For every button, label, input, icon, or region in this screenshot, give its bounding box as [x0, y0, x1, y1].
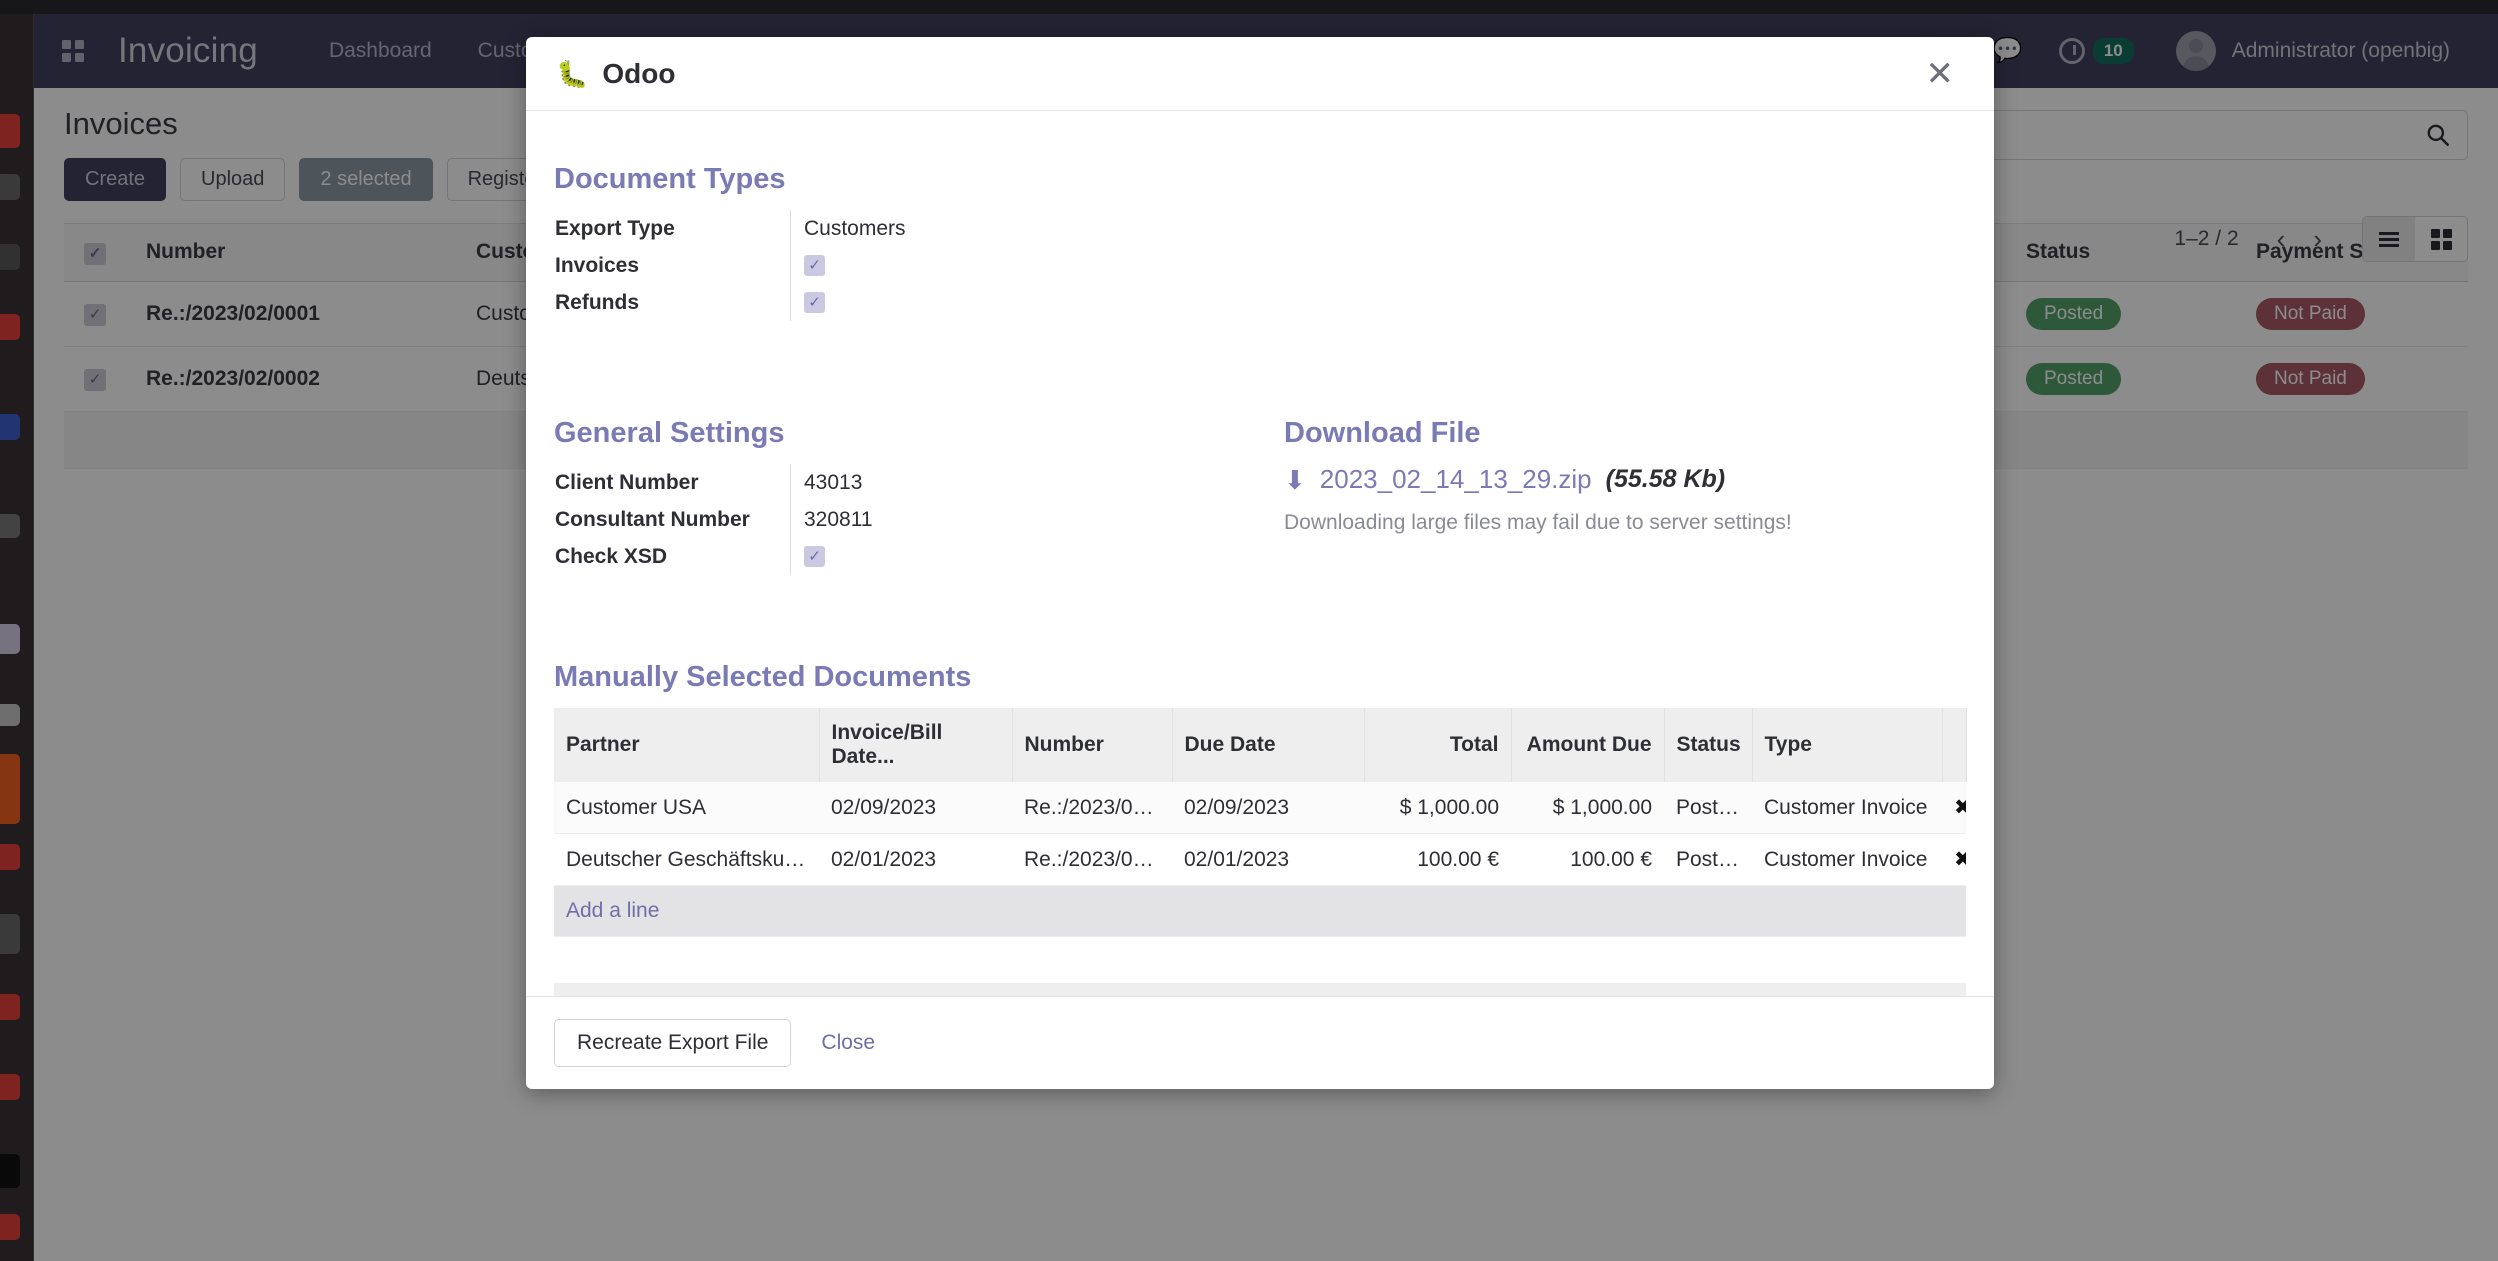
download-filename[interactable]: 2023_02_14_13_29.zip	[1320, 464, 1592, 495]
export-dialog: 🐛 Odoo ✕ Document Types Export Type Cust…	[526, 37, 1994, 1089]
download-file-heading: Download File	[1284, 417, 1481, 449]
cell-partner: Customer USA	[554, 782, 819, 834]
field-client-number: Client Number 43013	[555, 464, 1250, 501]
close-icon[interactable]: ✕	[1916, 53, 1965, 95]
refunds-checkbox[interactable]: ✓	[804, 292, 825, 313]
consultant-number-value[interactable]: 320811	[790, 508, 873, 532]
general-settings-section: General Settings Client Number 43013 Con…	[554, 417, 1269, 575]
cell-type: Customer Invoice	[1752, 833, 1942, 886]
col-type: Type	[1752, 708, 1943, 782]
documents-summary-bar	[554, 983, 1966, 996]
document-types-section: Document Types Export Type Customers Inv…	[554, 163, 1966, 321]
field-refunds: Refunds ✓	[555, 284, 1270, 321]
field-consultant-number: Consultant Number 320811	[555, 501, 1250, 538]
cell-number: Re.:/2023/02/0002	[1012, 833, 1172, 886]
consultant-number-label: Consultant Number	[555, 507, 750, 531]
cell-invoice-date: 02/09/2023	[819, 782, 1012, 834]
cell-amount-due: 100.00 €	[1511, 833, 1664, 886]
download-icon: ⬇	[1284, 464, 1306, 495]
download-note: Downloading large files may fail due to …	[1284, 511, 1792, 534]
col-due-date: Due Date	[1172, 708, 1365, 782]
col-actions	[1942, 708, 1967, 782]
field-export-type: Export Type Customers	[555, 210, 1270, 247]
recreate-export-file-button[interactable]: Recreate Export File	[554, 1019, 792, 1067]
documents-heading: Manually Selected Documents	[554, 661, 972, 693]
cell-partner: Deutscher Geschäftskun...	[554, 833, 819, 886]
cell-status: Posted	[1664, 833, 1752, 886]
cell-amount-due: $ 1,000.00	[1511, 782, 1664, 834]
col-amount-due: Amount Due	[1511, 708, 1665, 782]
document-row[interactable]: Customer USA 02/09/2023 Re.:/2023/02/000…	[554, 782, 1966, 834]
dialog-body: Document Types Export Type Customers Inv…	[526, 111, 1994, 996]
export-type-value: Customers	[804, 216, 906, 240]
documents-header-row: Partner Invoice/Bill Date... Number Due …	[554, 708, 1967, 782]
add-a-line-link[interactable]: Add a line	[566, 899, 659, 922]
dialog-footer: Recreate Export File Close	[526, 996, 1994, 1089]
document-types-fields: Export Type Customers Invoices ✓ Refunds…	[555, 210, 1270, 321]
download-filesize: (55.58 Kb)	[1605, 465, 1726, 493]
col-total: Total	[1364, 708, 1512, 782]
cell-due-date: 02/01/2023	[1172, 833, 1364, 886]
general-settings-heading: General Settings	[554, 417, 785, 449]
close-button[interactable]: Close	[821, 1031, 875, 1055]
settings-download-columns: General Settings Client Number 43013 Con…	[554, 417, 1966, 575]
export-type-label: Export Type	[555, 216, 675, 240]
invoices-checkbox[interactable]: ✓	[804, 255, 825, 276]
cell-total: 100.00 €	[1364, 833, 1511, 886]
cell-due-date: 02/09/2023	[1172, 782, 1364, 834]
col-number: Number	[1012, 708, 1173, 782]
dialog-header: 🐛 Odoo ✕	[526, 37, 1994, 111]
manually-selected-documents-section: Manually Selected Documents Partner Invo…	[554, 661, 1967, 996]
check-xsd-label: Check XSD	[555, 544, 668, 568]
invoices-label: Invoices	[555, 253, 640, 277]
screen-root: Invoicing Dashboard Customers Vendors Ac…	[0, 0, 2498, 1261]
cell-invoice-date: 02/01/2023	[819, 833, 1012, 886]
cell-number: Re.:/2023/02/0001	[1012, 782, 1172, 834]
document-row[interactable]: Deutscher Geschäftskun... 02/01/2023 Re.…	[554, 833, 1966, 886]
cell-delete[interactable]: ✖	[1942, 833, 1966, 886]
client-number-value[interactable]: 43013	[790, 471, 862, 495]
download-file-link[interactable]: ⬇ 2023_02_14_13_29.zip (55.58 Kb)	[1284, 464, 1966, 495]
field-check-xsd: Check XSD ✓	[555, 538, 1250, 575]
delete-row-icon[interactable]: ✖	[1954, 848, 1966, 871]
document-types-heading: Document Types	[554, 163, 786, 195]
cell-status: Posted	[1664, 782, 1752, 834]
add-line-row[interactable]: Add a line	[554, 885, 1966, 937]
dialog-title: Odoo	[602, 57, 676, 89]
col-partner: Partner	[554, 708, 820, 782]
col-invoice-bill-date: Invoice/Bill Date...	[819, 708, 1013, 782]
cell-type: Customer Invoice	[1752, 782, 1942, 834]
refunds-label: Refunds	[555, 290, 639, 314]
delete-row-icon[interactable]: ✖	[1954, 796, 1966, 819]
check-xsd-checkbox[interactable]: ✓	[804, 546, 825, 567]
client-number-label: Client Number	[555, 470, 699, 494]
cell-total: $ 1,000.00	[1364, 782, 1511, 834]
field-invoices: Invoices ✓	[555, 247, 1270, 284]
cell-delete[interactable]: ✖	[1942, 782, 1966, 834]
general-settings-fields: Client Number 43013 Consultant Number 32…	[555, 464, 1250, 575]
documents-table: Partner Invoice/Bill Date... Number Due …	[554, 708, 1967, 937]
col-status: Status	[1664, 708, 1753, 782]
bug-icon: 🐛	[556, 58, 589, 89]
download-file-section: Download File ⬇ 2023_02_14_13_29.zip (55…	[1269, 417, 1966, 575]
